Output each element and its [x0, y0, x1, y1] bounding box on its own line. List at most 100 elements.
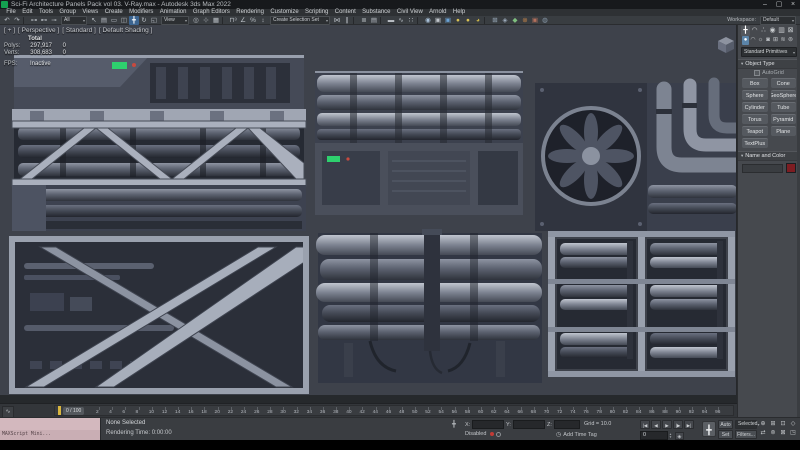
- time-marker[interactable]: [58, 406, 61, 415]
- select-and-move-icon[interactable]: ╋: [129, 16, 139, 25]
- category-helpers[interactable]: ⊞: [772, 36, 779, 45]
- reference-coordinate-dropdown[interactable]: View▾: [161, 16, 189, 25]
- category-systems[interactable]: ⊚: [787, 36, 794, 45]
- percent-snap-icon[interactable]: %: [248, 16, 258, 25]
- autogrid-checkbox[interactable]: [754, 70, 760, 76]
- select-by-name-icon[interactable]: ▤: [99, 16, 109, 25]
- render-iterative-icon[interactable]: ●: [463, 16, 473, 25]
- zoom-region-button[interactable]: ⊠: [778, 429, 788, 438]
- tab-hierarchy[interactable]: ∴: [759, 26, 768, 36]
- category-geometry[interactable]: ●: [742, 36, 749, 45]
- mirror-icon[interactable]: ⋈: [332, 16, 342, 25]
- render-elements-icon[interactable]: ◈: [500, 16, 510, 25]
- select-and-manipulate-icon[interactable]: ⊹: [201, 16, 211, 25]
- add-time-tag[interactable]: ◷ Add Time Tag: [556, 431, 597, 438]
- minimize-button[interactable]: –: [758, 0, 772, 9]
- key-filters-button[interactable]: Filters...: [735, 430, 757, 439]
- model-panel-top-right[interactable]: [535, 83, 737, 231]
- align-icon[interactable]: ∥: [342, 16, 352, 25]
- rendered-frame-window-icon[interactable]: ▣: [443, 16, 453, 25]
- go-to-end-button[interactable]: ▶|: [684, 420, 694, 429]
- select-object-icon[interactable]: ↖: [89, 16, 99, 25]
- render-setup-icon[interactable]: ▣: [433, 16, 443, 25]
- selection-filter-dropdown[interactable]: All▾: [61, 16, 87, 25]
- tab-create[interactable]: ╋: [741, 26, 750, 36]
- timeline-ruler[interactable]: 0 / 100 24681012141618202224262830323436…: [54, 405, 734, 416]
- ribbon-toggle-icon[interactable]: ▬: [386, 16, 396, 25]
- field-of-view-button[interactable]: ◇: [788, 420, 798, 429]
- zoom-extents-button[interactable]: ⊡: [778, 420, 788, 429]
- cloud-render-icon[interactable]: ◍: [540, 16, 550, 25]
- maxscript-mini-listener[interactable]: MAXScript Mini...: [0, 418, 101, 440]
- y-coordinate-field[interactable]: [513, 420, 545, 429]
- primitive-button[interactable]: Sphere: [742, 90, 768, 100]
- orbit-button[interactable]: ⊚: [768, 429, 778, 438]
- unlink-selection-icon[interactable]: ⊷: [39, 16, 49, 25]
- z-coordinate-field[interactable]: [554, 420, 580, 429]
- activeshade-icon[interactable]: ◕: [473, 16, 483, 25]
- material-editor-icon[interactable]: ◉: [423, 16, 433, 25]
- zoom-all-button[interactable]: ⊞: [768, 420, 778, 429]
- current-frame-field[interactable]: 0: [640, 431, 668, 440]
- primitive-button[interactable]: Tube: [771, 102, 797, 112]
- select-and-scale-icon[interactable]: ◱: [149, 16, 159, 25]
- object-name-field[interactable]: [742, 164, 783, 173]
- workspace-dropdown[interactable]: Default▾: [760, 16, 796, 25]
- go-to-start-button[interactable]: |◀: [640, 420, 650, 429]
- rectangular-selection-icon[interactable]: ▭: [109, 16, 119, 25]
- primitive-button[interactable]: Cylinder: [742, 102, 768, 112]
- window-crossing-icon[interactable]: ◫: [119, 16, 129, 25]
- viewport-label-segment[interactable]: [ Perspective ]: [18, 27, 59, 34]
- spinner-snap-icon[interactable]: ↕: [258, 16, 268, 25]
- next-frame-button[interactable]: |▶: [673, 420, 683, 429]
- curve-editor-icon[interactable]: ∿: [396, 16, 406, 25]
- category-shapes[interactable]: ◠: [750, 36, 757, 45]
- primitive-button[interactable]: TextPlus: [742, 138, 768, 148]
- snap-toggle-icon[interactable]: ⊓³: [228, 16, 238, 25]
- named-selection-set-dropdown[interactable]: Create Selection Set▾: [270, 16, 330, 25]
- tab-utilities[interactable]: ⊠: [786, 26, 795, 36]
- x-coordinate-field[interactable]: [472, 420, 504, 429]
- primitive-button[interactable]: Teapot: [742, 126, 768, 136]
- object-type-rollout[interactable]: ▾ Object Type: [738, 59, 800, 69]
- civil-view-icon[interactable]: ◆: [510, 16, 520, 25]
- category-lights[interactable]: ☼: [757, 36, 764, 45]
- layer-explorer-icon[interactable]: ▤: [369, 16, 379, 25]
- viewport-label-segment[interactable]: [ Standard ]: [62, 27, 96, 34]
- schematic-view-icon[interactable]: ∷: [406, 16, 416, 25]
- set-keys-button[interactable]: ╋: [702, 421, 716, 437]
- keyboard-override-icon[interactable]: ▦: [211, 16, 221, 25]
- undo-icon[interactable]: ↶: [2, 16, 12, 25]
- use-pivot-center-icon[interactable]: ◎: [191, 16, 201, 25]
- primitives-dropdown[interactable]: Standard Primitives ▾: [741, 47, 797, 57]
- set-key-button[interactable]: Set K.: [718, 430, 733, 439]
- state-sets-icon[interactable]: ⊞: [490, 16, 500, 25]
- category-spacewarps[interactable]: ≋: [780, 36, 787, 45]
- tab-motion[interactable]: ◉: [768, 26, 777, 36]
- timeline-tick[interactable]: 96: [718, 406, 731, 415]
- primitive-button[interactable]: Box: [742, 78, 768, 88]
- select-link-icon[interactable]: ⊶: [29, 16, 39, 25]
- viewport-canvas[interactable]: [0, 25, 737, 395]
- name-color-rollout[interactable]: ▾ Name and Color: [738, 151, 800, 161]
- viewport-label-segment[interactable]: [ Default Shading ]: [99, 27, 152, 34]
- scene-explorer-icon[interactable]: ≣: [359, 16, 369, 25]
- model-panel-bottom-right[interactable]: [548, 231, 735, 377]
- viewport-disabled-toggle[interactable]: Disabled: [465, 431, 501, 437]
- model-panel-top-middle[interactable]: [315, 71, 523, 215]
- transform-typein-icon[interactable]: ╋: [452, 420, 456, 428]
- tab-modify[interactable]: ◠: [750, 26, 759, 36]
- primitive-button[interactable]: Cone: [771, 78, 797, 88]
- render-production-icon[interactable]: ●: [453, 16, 463, 25]
- viewcube[interactable]: [718, 37, 734, 53]
- time-slider[interactable]: 0 / 100: [63, 407, 84, 415]
- frame-spinner[interactable]: ▲▼: [669, 433, 672, 439]
- select-and-rotate-icon[interactable]: ↻: [139, 16, 149, 25]
- arnold-icon[interactable]: ⊚: [520, 16, 530, 25]
- zoom-button[interactable]: ⊕: [758, 420, 768, 429]
- tab-display[interactable]: ▥: [777, 26, 786, 36]
- primitive-button[interactable]: Pyramid: [771, 114, 797, 124]
- maximize-viewport-button[interactable]: ◳: [788, 429, 798, 438]
- redo-icon[interactable]: ↷: [12, 16, 22, 25]
- viewport-label-segment[interactable]: [ + ]: [4, 27, 15, 34]
